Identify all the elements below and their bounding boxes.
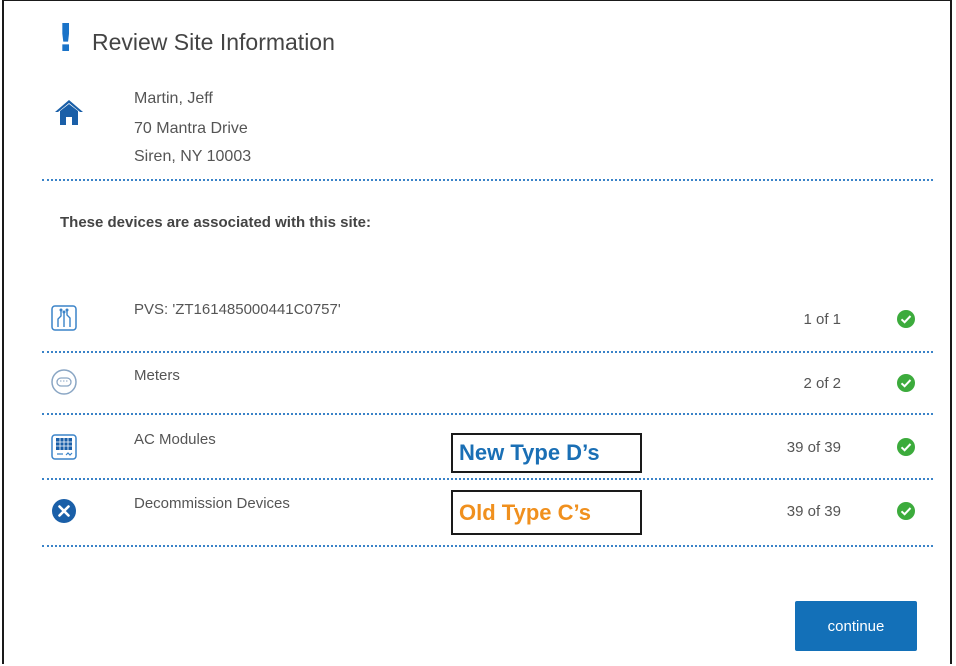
check-circle-icon xyxy=(897,502,915,520)
device-count-ac-modules: 39 of 39 xyxy=(786,439,841,456)
divider xyxy=(42,478,933,480)
device-count-meters: 2 of 2 xyxy=(803,375,841,392)
divider xyxy=(42,351,933,353)
device-count-decommission: 39 of 39 xyxy=(786,503,841,520)
check-circle-icon xyxy=(897,310,915,328)
device-label-decommission: Decommission Devices xyxy=(134,495,290,512)
divider xyxy=(42,545,933,547)
site-street: 70 Mantra Drive xyxy=(134,120,248,137)
page-title: Review Site Information xyxy=(92,29,335,55)
device-label-ac-modules: AC Modules xyxy=(134,431,216,448)
annotation-new-type: New Type D’s xyxy=(451,433,642,473)
meter-icon xyxy=(51,369,77,395)
pvs-circuit-icon xyxy=(51,305,77,331)
continue-button[interactable]: continue xyxy=(795,601,917,651)
check-circle-icon xyxy=(897,374,915,392)
device-count-pvs: 1 of 1 xyxy=(803,311,841,328)
house-icon xyxy=(55,100,83,125)
divider xyxy=(42,413,933,415)
divider xyxy=(42,179,933,181)
site-city-line: Siren, NY 10003 xyxy=(134,148,252,165)
solar-panel-icon xyxy=(51,434,77,460)
device-label-pvs: PVS: 'ZT161485000441C0757' xyxy=(134,301,341,318)
site-owner-name: Martin, Jeff xyxy=(134,90,213,107)
devices-heading: These devices are associated with this s… xyxy=(60,214,371,231)
check-circle-icon xyxy=(897,438,915,456)
x-circle-icon xyxy=(52,499,76,523)
annotation-old-type: Old Type C’s xyxy=(451,490,642,535)
device-label-meters: Meters xyxy=(134,367,180,384)
alert-icon: ! xyxy=(57,16,75,60)
